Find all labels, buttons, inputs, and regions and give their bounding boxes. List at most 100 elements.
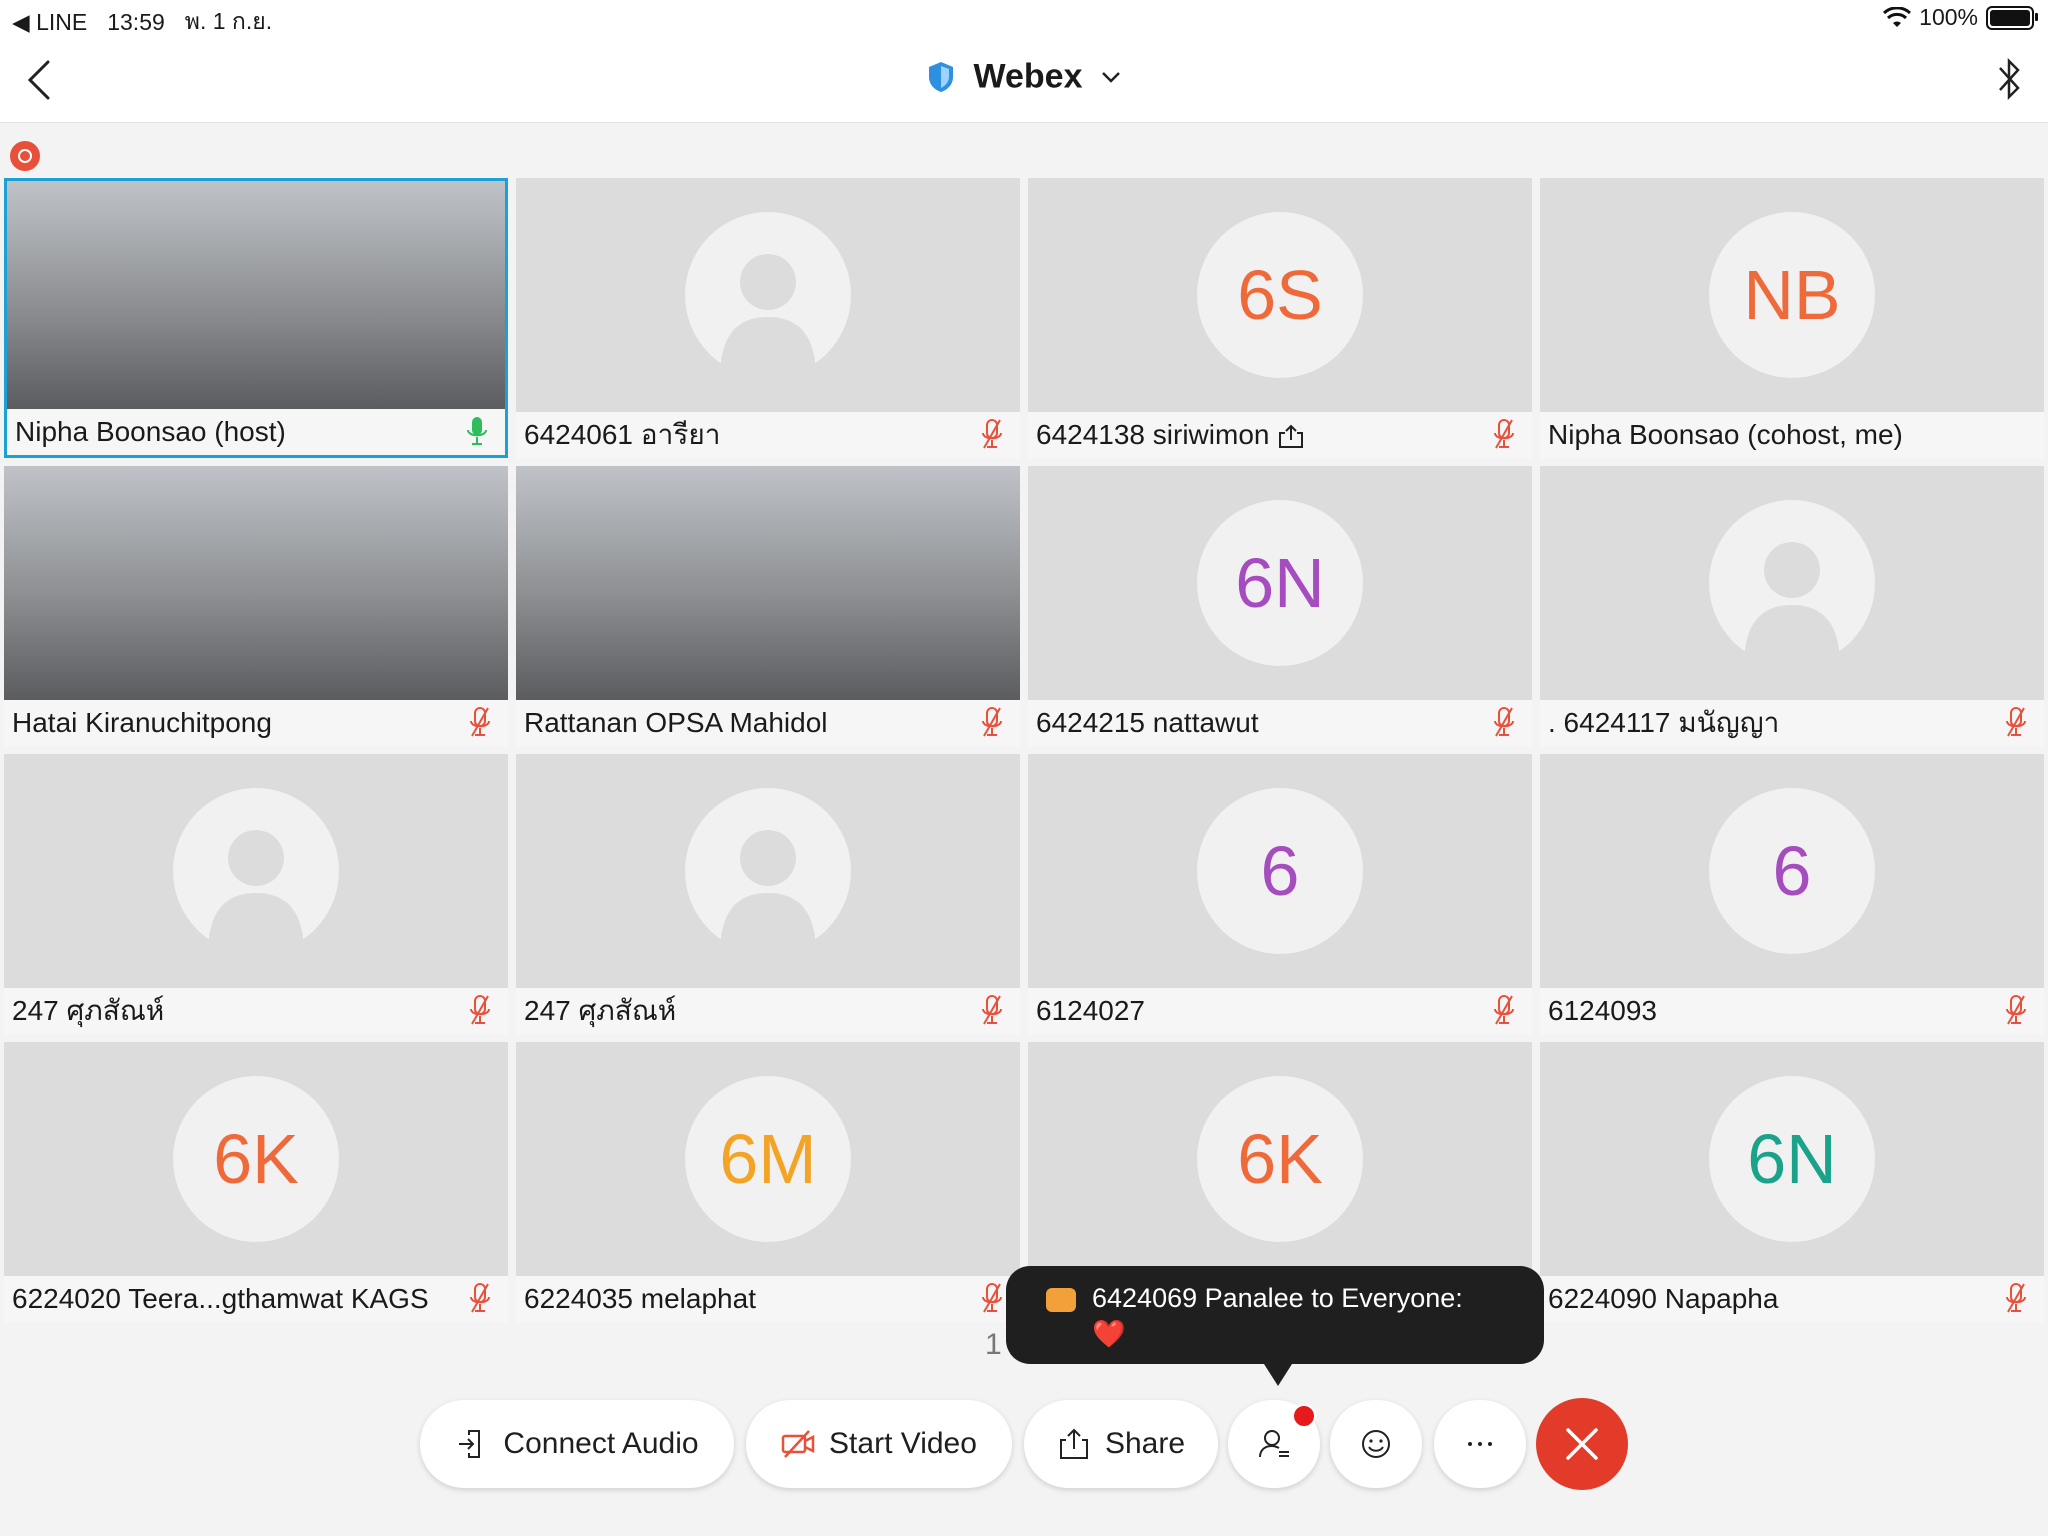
mic-muted-icon — [2006, 707, 2026, 737]
more-icon — [1468, 1442, 1492, 1446]
participant-tile[interactable]: 6N 6224090 Napapha — [1540, 1042, 2044, 1322]
meeting-header: Webex — [0, 38, 2048, 123]
participant-name: Nipha Boonsao (host) — [7, 409, 505, 455]
battery-percent: 100% — [1919, 4, 1978, 30]
default-avatar-icon — [173, 788, 339, 954]
participant-tile[interactable]: . 6424117 มนัญญา — [1540, 466, 2044, 746]
participant-tile[interactable]: Hatai Kiranuchitpong — [4, 466, 508, 746]
participant-name: Hatai Kiranuchitpong — [4, 700, 508, 746]
share-button[interactable]: Share — [1024, 1400, 1218, 1488]
participant-name-text: Rattanan OPSA Mahidol — [524, 707, 828, 738]
participants-button[interactable] — [1228, 1400, 1320, 1488]
share-icon — [1059, 1428, 1088, 1459]
back-app-label: LINE — [36, 8, 88, 35]
initials-avatar: NB — [1709, 212, 1875, 378]
default-avatar-icon — [685, 788, 851, 954]
participant-name: 6424215 nattawut — [1028, 700, 1532, 746]
initials-avatar: 6M — [685, 1076, 851, 1242]
smiley-icon — [1362, 1430, 1390, 1458]
participant-name: 6224020 Teera...gthamwat KAGS — [4, 1276, 508, 1322]
connect-audio-button[interactable]: Connect Audio — [420, 1400, 734, 1488]
mic-muted-icon — [982, 1283, 1002, 1313]
participant-tile[interactable]: Nipha Boonsao (host) — [4, 178, 508, 458]
start-video-label: Start Video — [829, 1427, 977, 1460]
mic-muted-icon — [982, 707, 1002, 737]
app-title: Webex — [973, 57, 1083, 96]
participant-tile[interactable]: 6 6124027 — [1028, 754, 1532, 1034]
participants-icon — [1259, 1430, 1289, 1458]
mic-muted-icon — [2006, 995, 2026, 1025]
participant-name-text: 6424138 siriwimon — [1036, 419, 1270, 450]
mic-muted-icon — [1494, 419, 1514, 449]
chat-sender: 6424069 Panalee to Everyone: — [1092, 1283, 1463, 1313]
participant-name-text: Nipha Boonsao (host) — [15, 416, 286, 447]
participant-name-text: 247 ศุภสัณห์ — [524, 995, 677, 1026]
participant-name: 6424061 อารียา — [516, 412, 1020, 458]
participant-name: 6124093 — [1540, 988, 2044, 1034]
participant-name: 247 ศุภสัณห์ — [4, 988, 508, 1034]
video-feed — [7, 181, 505, 409]
participant-name-text: 6224090 Napapha — [1548, 1283, 1779, 1314]
participant-tile[interactable]: Rattanan OPSA Mahidol — [516, 466, 1020, 746]
chat-bubble-icon — [1046, 1288, 1076, 1312]
start-video-button[interactable]: Start Video — [746, 1400, 1012, 1488]
status-time: 13:59 — [107, 8, 165, 35]
initials-avatar: 6 — [1709, 788, 1875, 954]
notification-badge — [1292, 1404, 1316, 1428]
participant-name-text: 6124027 — [1036, 995, 1146, 1026]
mic-muted-icon — [1494, 995, 1514, 1025]
chat-notification[interactable]: 6424069 Panalee to Everyone: ❤️ — [1006, 1266, 1544, 1386]
participant-name-text: 6224020 Teera...gthamwat KAGS — [12, 1283, 429, 1314]
participant-tile[interactable]: 6S 6424138 siriwimon — [1028, 178, 1532, 458]
reactions-button[interactable] — [1330, 1400, 1422, 1488]
battery-icon — [1986, 5, 2038, 30]
participant-tile[interactable]: 6M 6224035 melaphat — [516, 1042, 1020, 1322]
default-avatar-icon — [685, 212, 851, 378]
mic-active-icon — [467, 417, 487, 445]
close-icon — [1566, 1428, 1598, 1460]
mic-muted-icon — [982, 419, 1002, 449]
participant-tile[interactable]: 6N 6424215 nattawut — [1028, 466, 1532, 746]
meeting-title[interactable]: Webex — [0, 56, 2048, 97]
status-date: พ. 1 ก.ย. — [184, 8, 273, 34]
mic-muted-icon — [470, 707, 490, 737]
initials-avatar: 6K — [1197, 1076, 1363, 1242]
mic-muted-icon — [470, 995, 490, 1025]
initials-avatar: 6K — [173, 1076, 339, 1242]
participant-name-text: 6424061 อารียา — [524, 419, 721, 450]
participant-tile[interactable]: 247 ศุภสัณห์ — [4, 754, 508, 1034]
recording-indicator-icon — [10, 141, 40, 171]
mic-muted-icon — [470, 1283, 490, 1313]
participant-name: 6224035 melaphat — [516, 1276, 1020, 1322]
status-bar: ◀ LINE 13:59 พ. 1 ก.ย. 100% — [0, 0, 2048, 38]
participant-name-text: 6124093 — [1548, 995, 1658, 1026]
more-options-button[interactable] — [1434, 1400, 1526, 1488]
back-to-app-link[interactable]: ◀ LINE — [12, 9, 87, 36]
initials-avatar: 6S — [1197, 212, 1363, 378]
mic-muted-icon — [982, 995, 1002, 1025]
mic-muted-icon — [1494, 707, 1514, 737]
default-avatar-icon — [1709, 500, 1875, 666]
initials-avatar: 6N — [1197, 500, 1363, 666]
connect-audio-icon — [459, 1430, 481, 1458]
participant-name: 6424138 siriwimon — [1028, 412, 1532, 458]
bluetooth-icon[interactable] — [1994, 54, 2024, 104]
participant-tile[interactable]: 6K 6224020 Teera...gthamwat KAGS — [4, 1042, 508, 1322]
participant-name-text: 6424215 nattawut — [1036, 707, 1259, 738]
connect-audio-label: Connect Audio — [503, 1427, 699, 1460]
initials-avatar: 6N — [1709, 1076, 1875, 1242]
video-feed — [4, 466, 508, 700]
end-call-button[interactable] — [1536, 1398, 1628, 1490]
participant-tile[interactable]: 247 ศุภสัณห์ — [516, 754, 1020, 1034]
video-off-icon — [781, 1430, 815, 1458]
participant-name: Nipha Boonsao (cohost, me) — [1540, 412, 2044, 458]
participant-tile[interactable]: 6 6124093 — [1540, 754, 2044, 1034]
participant-tile[interactable]: 6424061 อารียา — [516, 178, 1020, 458]
participant-name-text: . 6424117 มนัญญา — [1548, 707, 1780, 738]
participant-name-text: 6224035 melaphat — [524, 1283, 756, 1314]
participant-name-text: Nipha Boonsao (cohost, me) — [1548, 419, 1903, 450]
participant-tile[interactable]: NB Nipha Boonsao (cohost, me) — [1540, 178, 2044, 458]
wifi-icon — [1883, 6, 1912, 27]
participant-name-text: Hatai Kiranuchitpong — [12, 707, 272, 738]
share-label: Share — [1104, 1427, 1186, 1460]
